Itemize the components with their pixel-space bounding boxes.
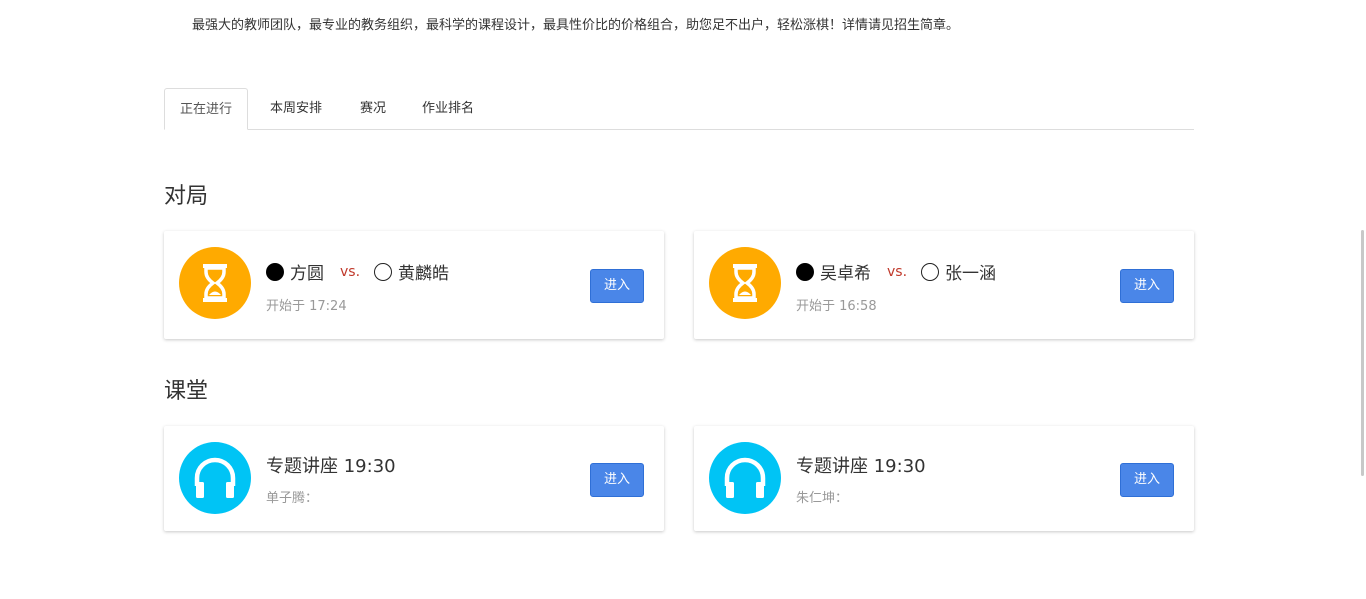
white-stone-icon (374, 262, 393, 281)
tab-match-status[interactable]: 赛况 (345, 88, 401, 130)
teacher-name: 单子腾： (266, 491, 319, 506)
intro-text: 最强大的教师团队，最专业的教务组织，最科学的课程设计，最具性价比的价格组合，助您… (192, 18, 960, 33)
tab-homework-ranking[interactable]: 作业排名 (407, 88, 489, 130)
headphones-icon (709, 442, 781, 514)
enter-button[interactable]: 进入 (590, 269, 644, 303)
tab-bar: 正在进行 本周安排 赛况 作业排名 (164, 88, 1194, 130)
black-stone-icon (796, 262, 814, 281)
black-player-name: 吴卓希 (820, 264, 871, 284)
start-time: 开始于 17:24 (266, 299, 347, 314)
game-card: 吴卓希 vs. 张一涵 开始于 16:58 进入 (694, 231, 1194, 339)
hourglass-icon (709, 247, 781, 319)
classes-section-title: 课堂 (164, 379, 209, 404)
headphones-icon (179, 442, 251, 514)
class-card: 专题讲座 19:30 朱仁坤： 进入 (694, 426, 1194, 531)
vs-label: vs. (887, 263, 908, 280)
teacher-name: 朱仁坤： (796, 491, 849, 506)
game-card: 方圆 vs. 黄麟皓 开始于 17:24 进入 (164, 231, 664, 339)
tab-in-progress[interactable]: 正在进行 (164, 88, 249, 130)
class-title: 专题讲座 19:30 (796, 456, 926, 477)
start-time: 开始于 16:58 (796, 299, 877, 314)
vs-label: vs. (340, 263, 361, 280)
tab-this-week[interactable]: 本周安排 (255, 88, 337, 130)
hourglass-icon (179, 247, 251, 319)
black-player-name: 方圆 (290, 264, 324, 284)
white-player-name: 黄麟皓 (398, 264, 450, 284)
white-stone-icon (921, 262, 940, 281)
black-stone-icon (266, 262, 284, 281)
vertical-scrollbar[interactable] (1361, 230, 1364, 476)
enter-button[interactable]: 进入 (1120, 463, 1174, 497)
enter-button[interactable]: 进入 (1120, 269, 1174, 303)
white-player-name: 张一涵 (945, 264, 997, 284)
players: 吴卓希 vs. 张一涵 (796, 259, 996, 284)
class-card: 专题讲座 19:30 单子腾： 进入 (164, 426, 664, 531)
enter-button[interactable]: 进入 (590, 463, 644, 497)
players: 方圆 vs. 黄麟皓 (266, 259, 449, 284)
games-section-title: 对局 (164, 184, 209, 209)
class-title: 专题讲座 19:30 (266, 456, 396, 477)
